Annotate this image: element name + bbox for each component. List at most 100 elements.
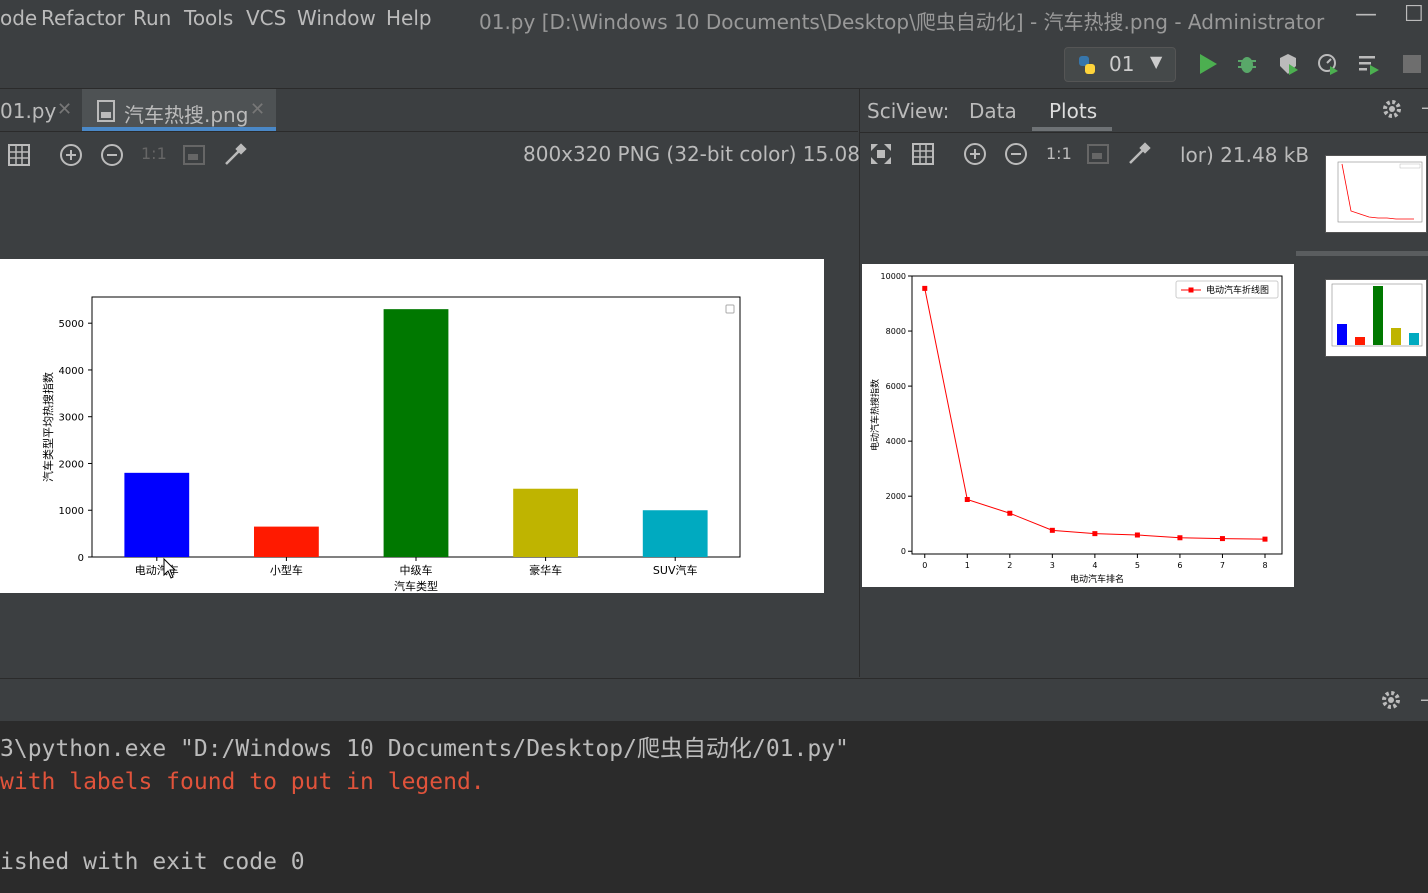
main-toolbar: 01 ▼ [0,38,1428,89]
menu-help[interactable]: Help [386,6,432,30]
y-tick-label: 0 [901,547,906,556]
x-tick-label: 小型车 [270,563,303,577]
sciview-panel: SciView: Data Plots – 1:1 lor) 21.48 kB … [859,89,1428,677]
tab-label: 汽车热搜.png [124,103,249,127]
plot-frame [911,275,1283,555]
actual-size-button[interactable]: 1:1 [1046,144,1072,163]
y-tick-label: 0 [78,553,84,564]
grid-icon[interactable] [6,142,32,168]
active-tab-indicator [82,127,276,131]
thumbnail-line-chart [1337,161,1423,223]
data-point [1262,536,1268,542]
menu-code[interactable]: ode [0,6,37,30]
image-info-label: 800x320 PNG (32-bit color) 15.08 kB [523,142,892,166]
tab-car-hot-search-png[interactable]: 汽车热搜.png ✕ [82,89,276,131]
hide-panel-icon[interactable]: – [1420,687,1428,711]
x-tick-label: 6 [1177,561,1182,570]
y-tick-label: 10000 [881,272,906,281]
y-tick-label: 6000 [886,382,906,391]
coverage-icon[interactable] [1276,52,1300,76]
chevron-down-icon: ▼ [1150,52,1163,71]
actual-size-button[interactable]: 1:1 [141,144,167,163]
series-line [924,288,1265,540]
bar-chart: 010002000300040005000电动汽车 小型车 中级车 豪华车 SUV汽车汽… [41,296,741,593]
data-point [1049,527,1055,533]
plot-thumbnail-bar[interactable] [1325,279,1427,357]
zoom-in-icon[interactable] [58,142,84,168]
run-icon[interactable] [1196,52,1220,76]
console-line: ished with exit code 0 [0,849,305,875]
tab-data[interactable]: Data [969,99,1017,123]
window-title: 01.py [D:\Windows 10 Documents\Desktop\爬… [479,10,1325,34]
python-icon [1079,56,1095,74]
y-tick-label: 2000 [59,459,84,470]
menu-refactor[interactable]: Refactor [41,6,125,30]
thumbnail-bar-chart [1331,283,1423,347]
fullscreen-icon[interactable] [868,141,894,167]
run-tool-window-header: – [0,678,1428,721]
x-axis-label: 电动汽车排名 [1070,573,1124,585]
console-error-line: with labels found to put in legend. [0,769,485,795]
zoom-in-icon[interactable] [962,141,988,167]
data-point [964,497,970,503]
y-tick-label: 4000 [886,437,906,446]
color-picker-icon[interactable] [222,142,248,168]
tab-plots[interactable]: Plots [1049,99,1097,123]
x-tick-label: 3 [1050,561,1055,570]
active-tab-indicator [1032,127,1112,131]
y-tick-label: 1000 [59,506,84,517]
menu-vcs[interactable]: VCS [246,6,286,30]
thumbnail-scrollbar[interactable] [1296,251,1428,256]
run-config-label: 01 [1109,52,1135,76]
close-icon[interactable]: ✕ [250,99,265,120]
fit-to-window-icon[interactable] [1085,141,1111,167]
menu-bar: ode Refactor Run Tools VCS Window Help 0… [0,0,1428,38]
zoom-out-icon[interactable] [1003,141,1029,167]
data-point [922,285,928,291]
fit-to-window-icon[interactable] [181,142,207,168]
bar [124,472,190,557]
divider [860,132,1428,133]
grid-icon[interactable] [910,141,936,167]
hide-panel-icon[interactable]: – [1421,95,1428,119]
stop-icon[interactable] [1400,52,1424,76]
gear-icon[interactable] [1381,98,1403,120]
legend-marker [1188,287,1194,293]
close-icon[interactable]: ✕ [57,99,72,120]
profile-icon[interactable] [1316,52,1340,76]
data-point [1177,535,1183,541]
x-tick-label: 1 [965,561,970,570]
zoom-out-icon[interactable] [99,142,125,168]
sciview-title: SciView: [867,99,950,123]
data-point [1219,536,1225,542]
menu-run[interactable]: Run [133,6,171,30]
bar [254,526,319,557]
run-list-icon[interactable] [1357,52,1381,76]
run-console[interactable]: 3\python.exe "D:/Windows 10 Documents/De… [0,721,1428,893]
line-chart: 0 2000 4000 6000 8000 10000 0 1 2 3 4 5 6 7 8 电动汽车排名 电动汽… [869,272,1283,585]
data-point [1134,532,1140,538]
x-axis-label: 汽车类型 [394,579,438,593]
maximize-icon[interactable]: ☐ [1404,2,1424,27]
x-tick-label: 0 [922,561,927,570]
y-axis-label: 汽车类型平均热搜指数 [41,372,55,482]
debug-icon[interactable] [1235,52,1259,76]
menu-tools[interactable]: Tools [184,6,233,30]
minimize-icon[interactable]: — [1355,2,1377,27]
y-tick-label: 2000 [886,492,906,501]
x-tick-label: 7 [1220,561,1225,570]
y-tick-label: 8000 [886,327,906,336]
x-tick-label: 8 [1262,561,1267,570]
image-file-icon [97,100,115,122]
gear-icon[interactable] [1380,689,1402,711]
color-picker-icon[interactable] [1126,141,1152,167]
y-tick-label: 3000 [59,413,84,424]
bar-chart-image: 0 1000 2000 3000 4000 5000 电动汽车 小型车 中级车 豪华车 SUV汽车汽… [0,259,824,593]
tab-01-py[interactable]: 01.py ✕ [0,89,80,131]
y-tick-label: 5000 [59,319,84,330]
plot-thumbnail-line[interactable] [1325,155,1427,233]
bar [642,510,708,557]
menu-window[interactable]: Window [297,6,376,30]
run-configuration-select[interactable]: 01 ▼ [1064,47,1176,82]
editor-tab-bar: 01.py ✕ 汽车热搜.png ✕ [0,89,858,132]
